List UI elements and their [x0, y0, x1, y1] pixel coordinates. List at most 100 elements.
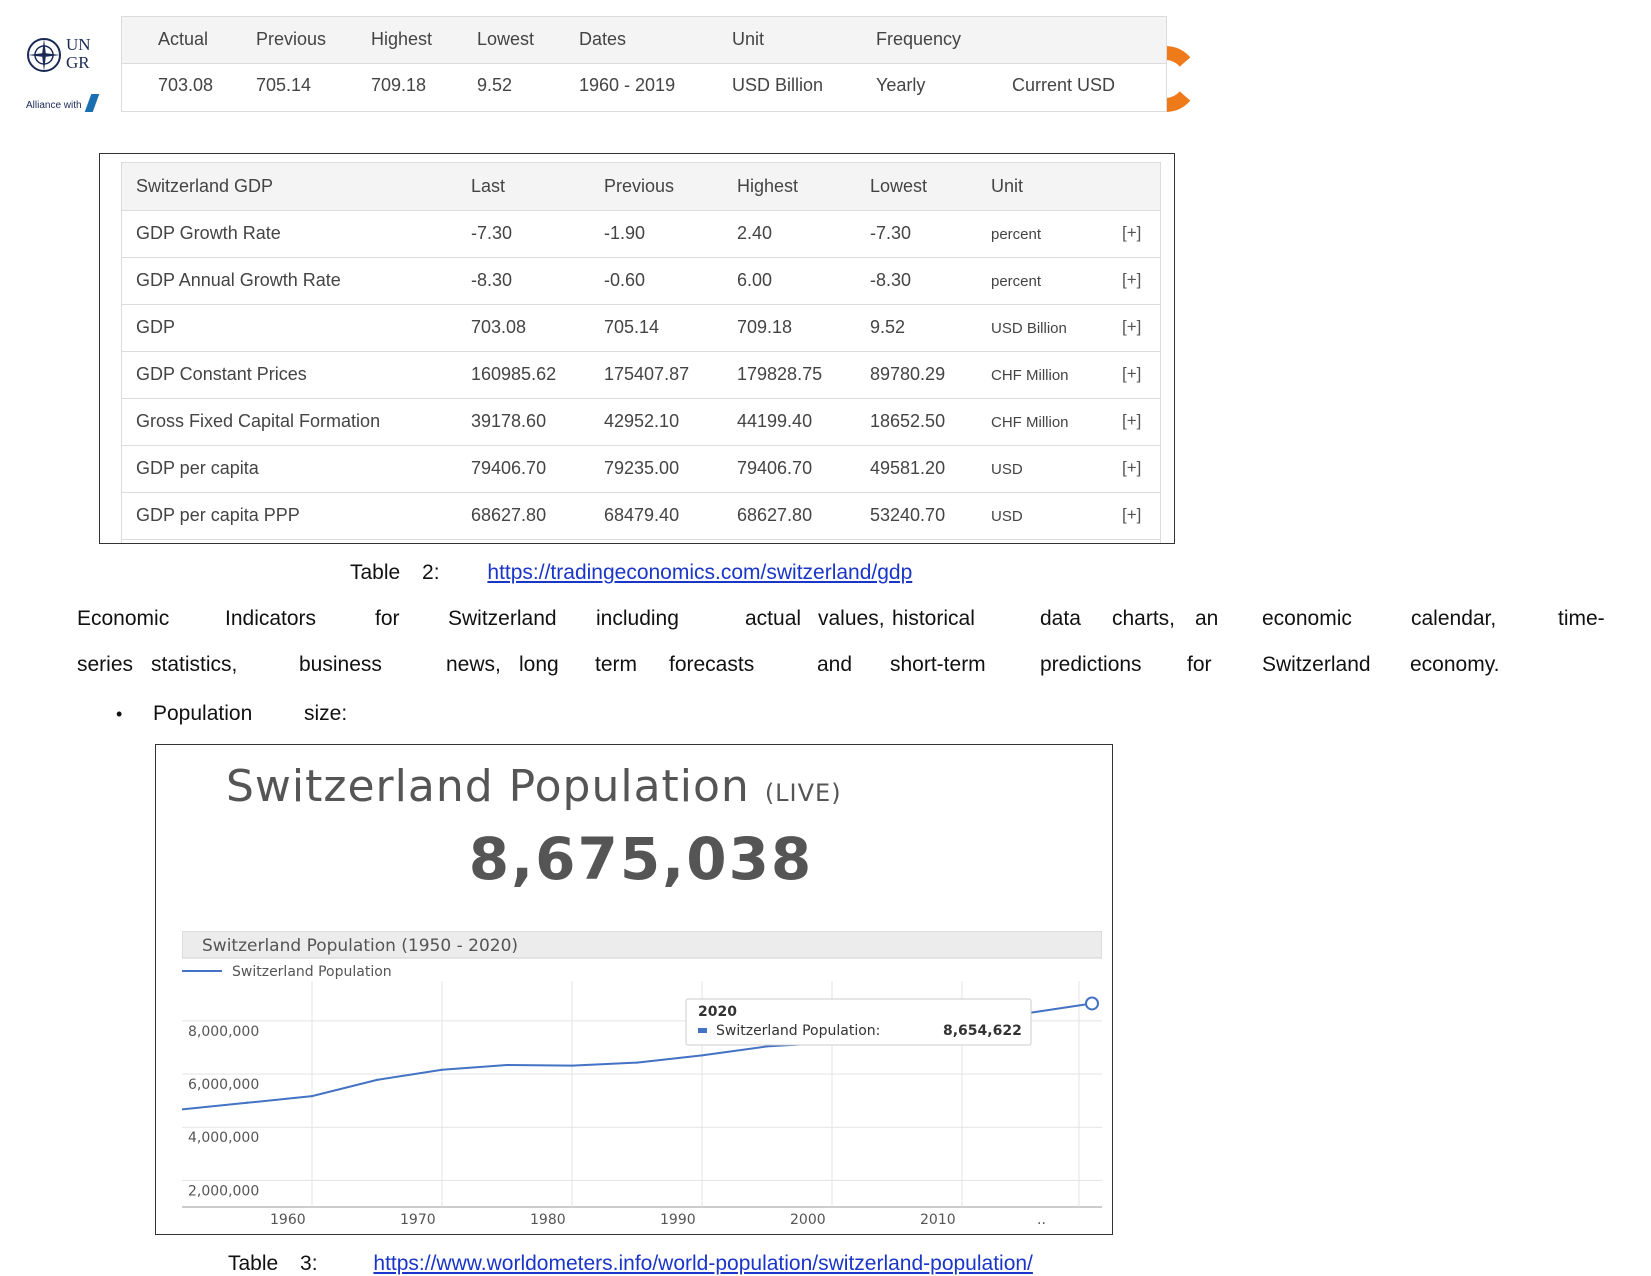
expand-button[interactable]: [+]	[1122, 317, 1141, 337]
caption-label: Table	[350, 561, 400, 584]
table-2-caption: Table 2: https://tradingeconomics.com/sw…	[350, 561, 912, 585]
paragraph-word: Switzerland	[1262, 653, 1371, 677]
live-tag: (LIVE)	[765, 779, 842, 807]
table-cell: USD	[991, 508, 1023, 525]
gdp-header-cell: Lowest	[870, 176, 927, 197]
compass-emblem-icon	[26, 36, 62, 74]
expand-button[interactable]: [+]	[1122, 411, 1141, 431]
table-cell: GDP per capita	[136, 458, 259, 479]
summary-table: Actual Previous Highest Lowest Dates Uni…	[121, 16, 1167, 112]
table-row: GDP per capita PPP68627.8068479.4068627.…	[122, 492, 1160, 540]
summary-header-cell: Unit	[732, 29, 764, 50]
x-tick-label: 2000	[790, 1212, 826, 1228]
paragraph-word: series	[77, 653, 133, 677]
summary-header-cell: Frequency	[876, 29, 961, 50]
caption-label: Table	[228, 1252, 278, 1275]
paragraph-word: including	[596, 607, 679, 631]
table-cell: GDP Constant Prices	[136, 364, 307, 385]
table-cell: -8.30	[471, 270, 512, 291]
summary-value-cell: 703.08	[158, 75, 213, 96]
paragraph-word: for	[375, 607, 400, 631]
paragraph-word: values,	[818, 607, 885, 631]
tooltip-label: Switzerland Population:	[716, 1023, 880, 1039]
table-cell: USD Billion	[991, 320, 1067, 337]
population-line-chart: Switzerland Population (1950 - 2020) Swit…	[182, 931, 1102, 1229]
logo-text: UNGR	[66, 36, 91, 72]
x-tick-label: 1990	[660, 1212, 696, 1228]
gdp-header-cell: Previous	[604, 176, 674, 197]
tooltip-swatch	[698, 1028, 707, 1033]
university-logo: UNGR Alliance with	[26, 36, 96, 116]
tooltip-value: 8,654,622	[943, 1023, 1022, 1039]
table-cell: 709.18	[737, 317, 792, 338]
table-row: GDP Constant Prices160985.62175407.87179…	[122, 351, 1160, 399]
paragraph-word: time-	[1558, 607, 1605, 631]
summary-value-cell: Current USD	[1012, 75, 1115, 96]
paragraph-word: short-term	[890, 653, 986, 677]
table-cell: -0.60	[604, 270, 645, 291]
table-cell: 68627.80	[471, 505, 546, 526]
table-cell: 79235.00	[604, 458, 679, 479]
table-cell: USD	[991, 461, 1023, 478]
summary-header-cell: Highest	[371, 29, 432, 50]
table-row: Gross Fixed Capital Formation39178.60429…	[122, 398, 1160, 446]
paragraph-word: an	[1195, 607, 1218, 631]
expand-button[interactable]: [+]	[1122, 223, 1141, 243]
caption-number: 2:	[422, 561, 440, 584]
paragraph-word: and	[817, 653, 852, 677]
paragraph-word: statistics,	[151, 653, 237, 677]
table-cell: percent	[991, 273, 1041, 290]
table-cell: 89780.29	[870, 364, 945, 385]
gdp-table-figure: Switzerland GDP Last Previous Highest Lo…	[99, 153, 1175, 544]
legend-label: Switzerland Population	[232, 964, 392, 980]
bullet-marker: •	[116, 704, 122, 725]
expand-button[interactable]: [+]	[1122, 364, 1141, 384]
table-cell: 53240.70	[870, 505, 945, 526]
table-2-source-link[interactable]: https://tradingeconomics.com/switzerland…	[487, 561, 912, 584]
table-cell: 6.00	[737, 270, 772, 291]
x-tick-label: 1970	[400, 1212, 436, 1228]
table-cell: 79406.70	[737, 458, 812, 479]
expand-button[interactable]: [+]	[1122, 270, 1141, 290]
gdp-table: Switzerland GDP Last Previous Highest Lo…	[121, 162, 1161, 543]
paragraph-word: for	[1187, 653, 1212, 677]
partner-mark-icon	[85, 94, 100, 112]
expand-button[interactable]: [+]	[1122, 458, 1141, 478]
paragraph-word: Indicators	[225, 607, 316, 631]
table-cell: 18652.50	[870, 411, 945, 432]
summary-value-cell: 709.18	[371, 75, 426, 96]
table-cell: 68479.40	[604, 505, 679, 526]
table-row: GDP703.08705.14709.189.52USD Billion[+]	[122, 304, 1160, 352]
x-tick-label: 1980	[530, 1212, 566, 1228]
table-cell: 39178.60	[471, 411, 546, 432]
table-cell: 160985.62	[471, 364, 556, 385]
table-cell: GDP Growth Rate	[136, 223, 281, 244]
chart-title: Switzerland Population (1950 - 2020)	[202, 936, 518, 956]
y-tick-label: 2,000,000	[188, 1183, 259, 1199]
summary-header-cell: Previous	[256, 29, 326, 50]
x-tick-label: ..	[1037, 1212, 1046, 1228]
table-cell: 179828.75	[737, 364, 822, 385]
expand-button[interactable]: [+]	[1122, 505, 1141, 525]
table-cell: 703.08	[471, 317, 526, 338]
summary-value-cell: 9.52	[477, 75, 512, 96]
table-cell: 79406.70	[471, 458, 546, 479]
table-cell: -8.30	[870, 270, 911, 291]
table-row: GDP Growth Rate-7.30-1.902.40-7.30percen…	[122, 210, 1160, 258]
caption-number: 3:	[300, 1252, 318, 1275]
paragraph-word: actual	[745, 607, 801, 631]
table-3-source-link[interactable]: https://www.worldometers.info/world-popu…	[373, 1252, 1033, 1275]
gdp-table-header: Switzerland GDP Last Previous Highest Lo…	[122, 163, 1160, 211]
table-cell: 49581.20	[870, 458, 945, 479]
gdp-header-cell: Unit	[991, 176, 1023, 197]
paragraph-word: predictions	[1040, 653, 1142, 677]
paragraph-word: Economic	[77, 607, 169, 631]
table-cell: 44199.40	[737, 411, 812, 432]
table-cell: percent	[991, 226, 1041, 243]
paragraph-word: data	[1040, 607, 1081, 631]
summary-header-cell: Actual	[158, 29, 208, 50]
population-counter: 8,675,038	[156, 825, 1113, 893]
summary-header-cell: Lowest	[477, 29, 534, 50]
tooltip-year: 2020	[698, 1004, 737, 1020]
y-tick-label: 6,000,000	[188, 1077, 259, 1093]
